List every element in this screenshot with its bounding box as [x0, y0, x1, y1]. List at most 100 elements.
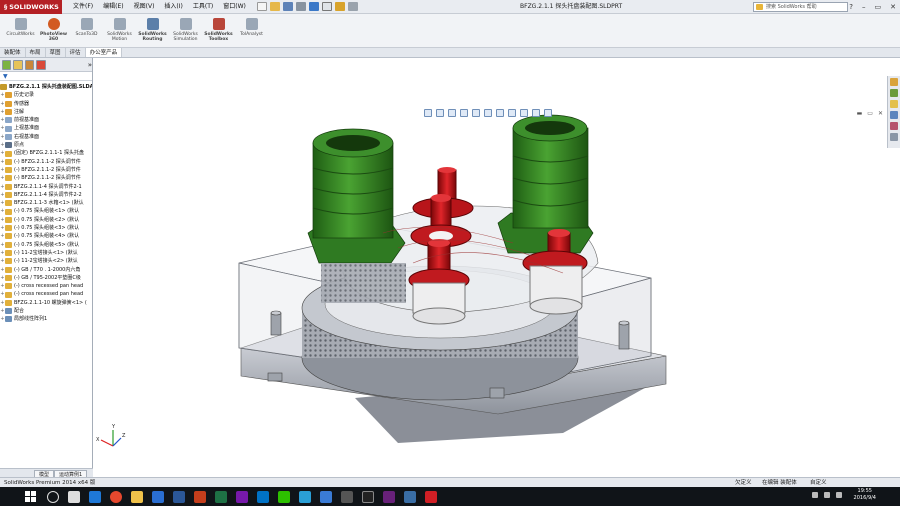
tree-item[interactable]: + (-) cross recessed pan head [0, 282, 92, 290]
powerpoint-icon[interactable] [194, 490, 206, 503]
tolanalyst-button[interactable]: TolAnalyst [235, 14, 268, 47]
new-file-icon[interactable] [256, 2, 267, 11]
help-search-input[interactable]: 搜索 SolidWorks 帮助 [753, 2, 848, 12]
close-button[interactable]: ✕ [890, 0, 896, 14]
windows-start-icon[interactable] [24, 490, 38, 504]
print-icon[interactable] [295, 2, 306, 11]
tab-sketch[interactable]: 草图 [46, 48, 66, 57]
tab-office-products[interactable]: 办公室产品 [85, 48, 123, 57]
zoom-to-area-icon[interactable] [436, 109, 444, 117]
settings-gear-icon[interactable] [404, 490, 416, 503]
file-explorer-icon[interactable] [131, 490, 143, 503]
tree-item[interactable]: + BFZG.2.1.1-4 探头调节件2-2 [0, 191, 92, 199]
wechat-icon[interactable] [278, 490, 290, 503]
word-icon[interactable] [173, 490, 185, 503]
tree-item[interactable]: + (-) 0.75 探头组装<2> (默认 [0, 216, 92, 224]
appearances-icon[interactable] [890, 122, 898, 130]
cmd-icon[interactable] [362, 490, 374, 503]
tree-item[interactable]: + BFZG.2.1.1-4 探头调节件2-1 [0, 183, 92, 191]
tree-item[interactable]: + 注解 [0, 108, 92, 116]
view-palette-icon[interactable] [890, 111, 898, 119]
display-style-icon[interactable] [496, 109, 504, 117]
network-icon[interactable] [812, 492, 818, 498]
solidworks-taskbar-icon[interactable] [425, 490, 437, 503]
simulation-button[interactable]: SolidWorks Simulation [169, 14, 202, 47]
menu-edit[interactable]: 编辑(E) [98, 0, 128, 14]
edge-browser-icon[interactable] [89, 490, 101, 503]
routing-button[interactable]: SolidWorks Routing [136, 14, 169, 47]
menu-tools[interactable]: 工具(T) [188, 0, 218, 14]
open-folder-icon[interactable] [269, 2, 280, 11]
tree-item[interactable]: + 传感器 [0, 100, 92, 108]
tree-item[interactable]: + 上视基准面 [0, 124, 92, 132]
task-view-icon[interactable] [68, 490, 80, 503]
tree-item[interactable]: + (-) 11-2宝塔接头<2> (默认 [0, 257, 92, 265]
viewport-close-icon[interactable]: ✕ [878, 110, 883, 117]
tree-item[interactable]: + 局部线性阵列1 [0, 315, 92, 323]
tree-item[interactable]: + (-) GB / T70 . 1-2000内六角 [0, 266, 92, 274]
rebuild-icon[interactable] [334, 2, 345, 11]
tab-assembly[interactable]: 装配体 [0, 48, 26, 57]
minimize-button[interactable]: – [862, 0, 866, 14]
custom-properties-icon[interactable] [890, 133, 898, 141]
apply-scene-icon[interactable] [532, 109, 540, 117]
view-settings-icon[interactable] [544, 109, 552, 117]
hide-show-items-icon[interactable] [508, 109, 516, 117]
tree-item[interactable]: + BFZG.2.1.1-3 水箱<1> (默认 [0, 199, 92, 207]
previous-view-icon[interactable] [448, 109, 456, 117]
tree-item[interactable]: + (-) GB / T95-2002平垫圈C级 [0, 274, 92, 282]
tree-item[interactable]: + (-) 0.75 探头组装<3> (默认 [0, 224, 92, 232]
options-icon[interactable] [347, 2, 358, 11]
store-icon[interactable] [152, 490, 164, 503]
onenote-icon[interactable] [236, 490, 248, 503]
file-explorer-icon[interactable] [890, 100, 898, 108]
menu-window[interactable]: 窗口(W) [218, 0, 251, 14]
view-orientation-icon[interactable] [484, 109, 492, 117]
photoview-button[interactable]: PhotoView 360 [37, 14, 70, 47]
tree-item[interactable]: + (-) 0.75 探头组装<5> (默认 [0, 241, 92, 249]
tree-item[interactable]: + (-) BFZG.2.1.1-2 探头调节件 [0, 166, 92, 174]
dynamic-annotation-icon[interactable] [472, 109, 480, 117]
edit-appearance-icon[interactable] [520, 109, 528, 117]
design-library-icon[interactable] [890, 89, 898, 97]
tree-item[interactable]: + (-) BFZG.2.1.1-2 探头调节件 [0, 174, 92, 182]
tree-item[interactable]: + (固定) BFZG.2.1.1-1 探头托盘 [0, 149, 92, 157]
tree-item[interactable]: + (-) 11-2宝塔接头<1> (默认 [0, 249, 92, 257]
expand-panel-icon[interactable]: » [88, 61, 92, 69]
solidworks-logo[interactable]: § SOLIDWORKS [0, 0, 62, 14]
media-player-icon[interactable] [299, 490, 311, 503]
tree-item[interactable]: + 原点 [0, 141, 92, 149]
zoom-to-fit-icon[interactable] [424, 109, 432, 117]
scanto3d-button[interactable]: ScanTo3D [70, 14, 103, 47]
tree-item[interactable]: + 历史记录 [0, 91, 92, 99]
tree-item[interactable]: + 右视基准面 [0, 133, 92, 141]
tree-item[interactable]: + (-) 0.75 探头组装<1> (默认 [0, 207, 92, 215]
menu-view[interactable]: 视图(V) [129, 0, 160, 14]
chrome-icon[interactable] [110, 490, 122, 503]
tree-item[interactable]: + BFZG.2.1.1-10 螺旋弹簧<1> ( [0, 299, 92, 307]
input-method-icon[interactable] [836, 492, 842, 498]
toolbox-button[interactable]: SolidWorks Toolbox [202, 14, 235, 47]
tree-item[interactable]: + 配合 [0, 307, 92, 315]
menu-file[interactable]: 文件(F) [68, 0, 98, 14]
viewport-restore-icon[interactable]: ▭ [867, 110, 873, 117]
section-view-icon[interactable] [460, 109, 468, 117]
model-viewport[interactable]: Y X Z [93, 58, 887, 477]
outlook-icon[interactable] [257, 490, 269, 503]
calculator-icon[interactable] [341, 490, 353, 503]
search-icon[interactable] [47, 490, 59, 503]
tree-item[interactable]: + (-) cross recessed pan head [0, 290, 92, 298]
select-icon[interactable] [321, 2, 332, 11]
feature-manager-tab-icon[interactable] [2, 59, 12, 70]
motion-button[interactable]: SolidWorks Motion [103, 14, 136, 47]
photos-icon[interactable] [320, 490, 332, 503]
tree-item[interactable]: + 前视基准面 [0, 116, 92, 124]
undo-icon[interactable] [308, 2, 319, 11]
circuitworks-button[interactable]: CircuitWorks [4, 14, 37, 47]
tab-evaluate[interactable]: 评估 [66, 48, 86, 57]
help-button[interactable]: ? [849, 0, 853, 14]
tree-item[interactable]: BFZG.2.1.1 探头托盘装配图.SLDASM [0, 83, 92, 91]
configuration-manager-tab-icon[interactable] [24, 59, 35, 70]
tree-item[interactable]: + (-) 0.75 探头组装<4> (默认 [0, 232, 92, 240]
graphics-area[interactable]: Y X Z ▬ ▭ ✕ [93, 58, 887, 477]
